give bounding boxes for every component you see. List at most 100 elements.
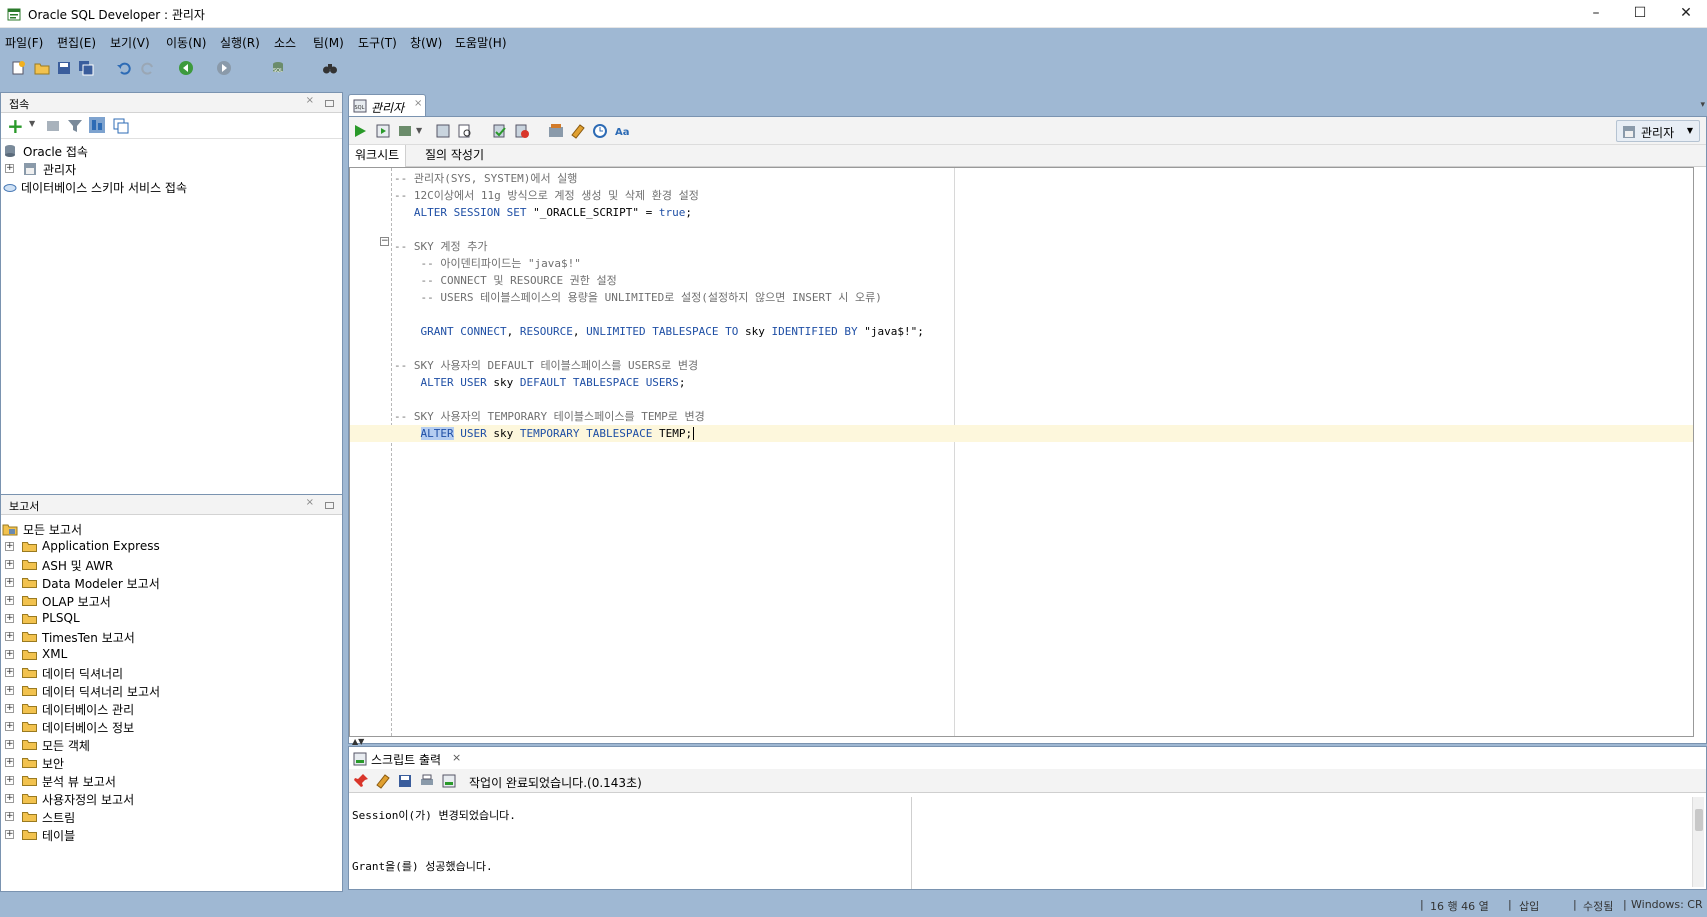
tree-item-report[interactable]: + 모든 객체	[1, 736, 341, 754]
tab-close-button[interactable]: ×	[414, 98, 422, 109]
pin-icon[interactable]	[353, 773, 369, 789]
menu-window[interactable]: 창(W)	[410, 34, 442, 51]
tree-item-report[interactable]: + 데이터베이스 정보	[1, 718, 341, 736]
menu-tools[interactable]: 도구(T)	[358, 34, 397, 51]
expand-icon[interactable]: +	[5, 542, 14, 551]
expand-icon[interactable]: +	[5, 668, 14, 677]
tree-item-report[interactable]: + 데이터 딕셔너리	[1, 664, 341, 682]
minimize-panel-icon[interactable]	[325, 100, 334, 107]
expand-icon[interactable]: +	[5, 614, 14, 623]
add-connection-icon[interactable]: +	[7, 114, 24, 138]
code-editor[interactable]: -- 관리자(SYS, SYSTEM)에서 실행 -- 12C이상에서 11g 방…	[349, 167, 1694, 737]
forward-icon[interactable]	[216, 60, 232, 76]
tree-item-report[interactable]: + Application Express	[1, 538, 341, 556]
open-folder-icon[interactable]	[34, 60, 50, 76]
run-script-icon[interactable]	[375, 123, 391, 139]
menu-navigate[interactable]: 이동(N)	[166, 34, 206, 51]
expand-icon[interactable]: +	[5, 758, 14, 767]
menu-team[interactable]: 팀(M)	[313, 34, 344, 51]
print-icon[interactable]	[419, 773, 435, 789]
expand-icon[interactable]: +	[5, 722, 14, 731]
splitter-arrows-icon[interactable]: ▲▼	[352, 737, 364, 746]
menu-run[interactable]: 실행(R)	[220, 34, 260, 51]
tab-admin-worksheet[interactable]: SQL 관리자 ×	[348, 94, 426, 116]
tree-item-report[interactable]: + 분석 뷰 보고서	[1, 772, 341, 790]
tree-item-report[interactable]: + Data Modeler 보고서	[1, 574, 341, 592]
find-icon[interactable]	[457, 123, 473, 139]
tree-item-report[interactable]: + PLSQL	[1, 610, 341, 628]
expand-icon[interactable]: +	[5, 164, 14, 173]
tree-item-report[interactable]: + TimesTen 보고서	[1, 628, 341, 646]
filter-icon[interactable]	[67, 118, 83, 134]
minimize-panel-icon[interactable]	[325, 502, 334, 509]
tree-item-report[interactable]: + 사용자정의 보고서	[1, 790, 341, 808]
tab-worksheet[interactable]: 워크시트	[349, 145, 407, 167]
rollback-icon[interactable]	[514, 123, 530, 139]
expand-icon[interactable]: +	[5, 596, 14, 605]
menu-edit[interactable]: 편집(E)	[57, 34, 96, 51]
clear-eraser-icon[interactable]	[570, 123, 586, 139]
maximize-button[interactable]: ☐	[1617, 0, 1663, 28]
expand-icon[interactable]: +	[5, 740, 14, 749]
output-scrollbar[interactable]	[1692, 797, 1704, 887]
menu-source[interactable]: 소스	[274, 34, 296, 51]
dropdown-arrow-icon[interactable]: ▼	[416, 126, 422, 135]
save-icon[interactable]	[56, 60, 72, 76]
tab-list-dropdown-icon[interactable]: ▾	[1700, 100, 1705, 110]
tab-close-button[interactable]: ×	[452, 751, 461, 764]
scrollbar-thumb[interactable]	[1695, 809, 1703, 831]
tab-query-builder[interactable]: 질의 작성기	[419, 145, 490, 167]
back-icon[interactable]	[178, 60, 194, 76]
autotrace-icon[interactable]	[397, 123, 413, 139]
expand-icon[interactable]: +	[5, 560, 14, 569]
tree-item-report[interactable]: + ASH 및 AWR	[1, 556, 341, 574]
minimize-button[interactable]: –	[1573, 0, 1619, 28]
undo-icon[interactable]	[116, 60, 132, 76]
tree-item-db-schema-service[interactable]: 데이터베이스 스키마 서비스 접속	[1, 178, 341, 196]
tree-item-admin-connection[interactable]: + 관리자	[1, 160, 341, 178]
dropdown-arrow-icon[interactable]: ▼	[29, 119, 35, 128]
export-icon[interactable]	[441, 773, 457, 789]
connection-selector[interactable]: 관리자 ▼	[1616, 120, 1700, 142]
menu-view[interactable]: 보기(V)	[110, 34, 150, 51]
expand-icon[interactable]: +	[5, 650, 14, 659]
tree-item-report[interactable]: + 데이터베이스 관리	[1, 700, 341, 718]
redo-icon[interactable]	[140, 60, 156, 76]
reports-panel-close-button[interactable]: ×	[306, 497, 314, 508]
sql-tuning-icon[interactable]	[548, 123, 564, 139]
output-text-area[interactable]: Session이(가) 변경되었습니다. Grant을(를) 성공했습니다.	[349, 797, 1706, 889]
code-fold-toggle-icon[interactable]: −	[380, 237, 389, 246]
expand-icon[interactable]: +	[5, 830, 14, 839]
history-icon[interactable]	[592, 123, 608, 139]
sql-worksheet-icon[interactable]: SQL	[270, 60, 286, 76]
expand-icon[interactable]: +	[5, 794, 14, 803]
expand-icon[interactable]: +	[5, 776, 14, 785]
tree-item-report[interactable]: + 스트림	[1, 808, 341, 826]
tree-item-oracle-connections[interactable]: Oracle 접속	[1, 142, 341, 160]
save-icon[interactable]	[397, 773, 413, 789]
collapse-all-icon[interactable]	[113, 118, 129, 134]
new-file-icon[interactable]	[10, 60, 26, 76]
connections-panel-close-button[interactable]: ×	[306, 95, 314, 106]
menu-help[interactable]: 도움말(H)	[455, 34, 507, 51]
expand-icon[interactable]: +	[5, 686, 14, 695]
tree-item-report[interactable]: + 보안	[1, 754, 341, 772]
tree-item-report[interactable]: + OLAP 보고서	[1, 592, 341, 610]
tree-item-all-reports[interactable]: 모든 보고서	[1, 520, 341, 538]
tree-item-report[interactable]: + 테이블	[1, 826, 341, 844]
clear-eraser-icon[interactable]	[375, 773, 391, 789]
tree-item-report[interactable]: + 데이터 딕셔너리 보고서	[1, 682, 341, 700]
save-all-icon[interactable]	[78, 60, 94, 76]
expand-icon[interactable]: +	[5, 812, 14, 821]
expand-icon[interactable]: +	[5, 704, 14, 713]
refresh-icon[interactable]	[45, 118, 61, 134]
expand-icon[interactable]: +	[5, 578, 14, 587]
schema-browser-icon[interactable]	[89, 117, 105, 133]
run-statement-icon[interactable]	[352, 123, 368, 139]
close-window-button[interactable]: ✕	[1663, 0, 1707, 28]
commit-icon[interactable]	[492, 123, 508, 139]
binoculars-icon[interactable]	[322, 60, 338, 76]
menu-file[interactable]: 파일(F)	[5, 34, 43, 51]
tree-item-report[interactable]: + XML	[1, 646, 341, 664]
expand-icon[interactable]: +	[5, 632, 14, 641]
